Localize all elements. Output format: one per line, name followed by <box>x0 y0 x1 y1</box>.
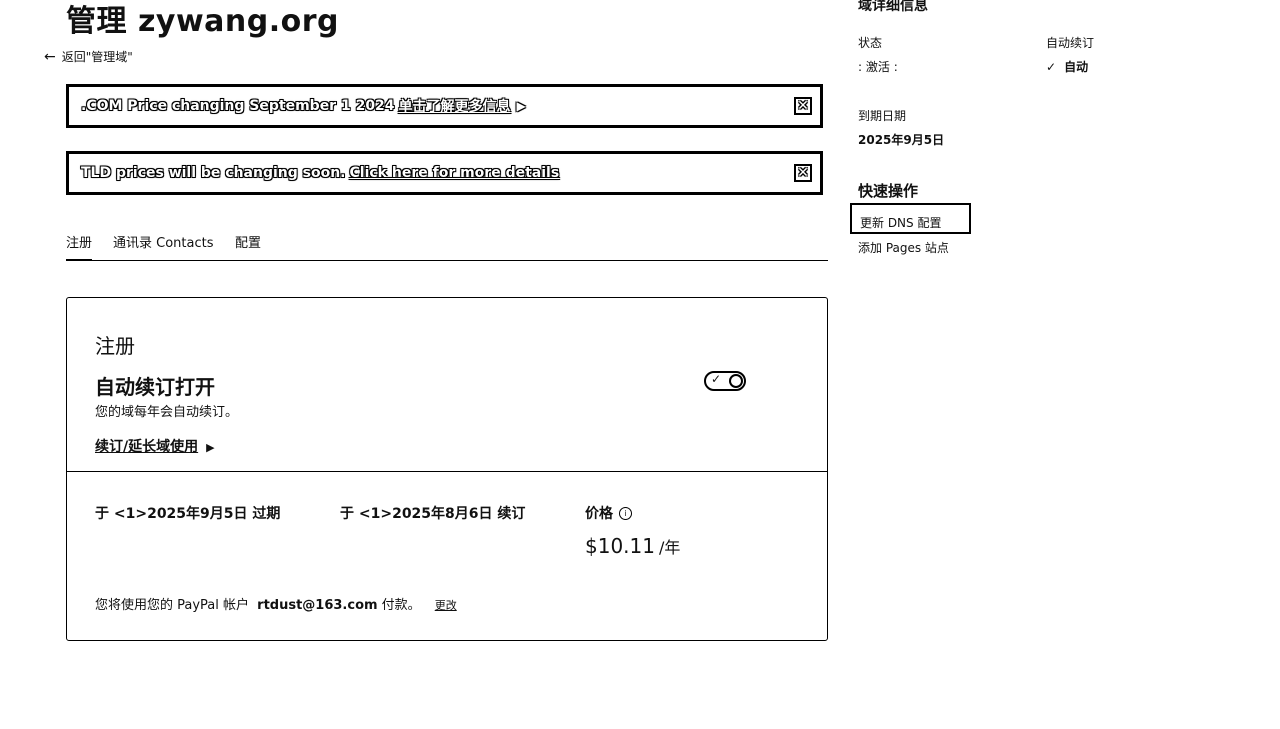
price-amount: $10.11/年 <box>585 534 680 558</box>
payment-suffix: 付款。 <box>381 598 421 613</box>
payment-email: rtdust@163.com <box>257 598 378 613</box>
price-value: $10.11 <box>585 534 655 558</box>
domain-details-title: 域详细信息 <box>858 0 928 14</box>
status-label: 状态 <box>858 36 883 50</box>
play-icon: ▶ <box>516 99 526 113</box>
com-price-banner: .COM Price changing September 1 2024 单击了… <box>66 84 823 128</box>
price-heading: 价格 i <box>585 503 632 523</box>
check-icon: ✓ <box>711 372 722 386</box>
price-label: 价格 <box>585 506 613 522</box>
banner-text: .COM Price changing September 1 2024 <box>81 98 395 114</box>
auto-renew-title: 自动续订打开 <box>95 375 215 399</box>
add-pages-site-link[interactable]: 添加 Pages 站点 <box>858 239 949 256</box>
chevron-right-icon: ▶ <box>206 441 215 454</box>
arrow-left-icon: ← <box>44 48 56 65</box>
payment-info: 您将使用您的 PayPal 帐户 rtdust@163.com 付款。 更改 <box>95 594 457 613</box>
update-dns-link[interactable]: 更新 DNS 配置 <box>850 203 971 234</box>
expiry-label: 到期日期 <box>858 109 907 123</box>
domain-tabs: 注册 通讯录 Contacts 配置 <box>66 230 828 261</box>
info-icon[interactable]: i <box>619 507 632 520</box>
tab-configuration[interactable]: 配置 <box>235 232 261 251</box>
expiry-value: 2025年9月5日 <box>858 133 945 147</box>
card-divider <box>67 471 827 472</box>
close-icon[interactable]: ✕ <box>794 97 812 115</box>
tab-contacts[interactable]: 通讯录 Contacts <box>113 232 213 251</box>
banner-learn-more-link[interactable]: 单击了解更多信息 <box>399 96 511 116</box>
change-payment-link[interactable]: 更改 <box>435 599 457 612</box>
banner-details-link[interactable]: Click here for more details <box>350 165 560 181</box>
banner-text: TLD prices will be changing soon. <box>81 165 346 181</box>
auto-renew-toggle[interactable]: ✓ <box>704 371 746 391</box>
back-to-domains-link[interactable]: ← 返回"管理域" <box>44 48 133 65</box>
toggle-knob <box>729 374 743 388</box>
payment-prefix: 您将使用您的 PayPal 帐户 <box>95 598 250 613</box>
back-link-label: 返回"管理域" <box>61 50 133 64</box>
checkmark-icon: ✓ <box>1046 60 1057 74</box>
renew-date-label: 于 <1>2025年8月6日 续订 <box>340 506 526 522</box>
tld-price-banner: TLD prices will be changing soon. Click … <box>66 151 823 195</box>
quick-actions-title: 快速操作 <box>858 182 919 200</box>
price-unit: /年 <box>658 538 681 557</box>
status-value: : 激活 : <box>858 60 898 74</box>
close-icon[interactable]: ✕ <box>794 164 812 182</box>
tab-registration[interactable]: 注册 <box>66 232 93 261</box>
renew-extend-link[interactable]: 续订/延长域使用 ▶ <box>95 436 215 456</box>
page-title: 管理 zywang.org <box>66 4 340 39</box>
renew-link-label: 续订/延长域使用 <box>95 439 199 455</box>
auto-renew-description: 您的域每年会自动续订。 <box>95 405 239 420</box>
registration-title: 注册 <box>95 334 135 358</box>
auto-renew-value: ✓ 自动 <box>1046 60 1089 74</box>
auto-renew-label: 自动续订 <box>1046 36 1095 50</box>
expire-date-label: 于 <1>2025年9月5日 过期 <box>95 506 281 522</box>
registration-card: 注册 自动续订打开 您的域每年会自动续订。 续订/延长域使用 ▶ ✓ 于 <1>2… <box>66 297 828 641</box>
